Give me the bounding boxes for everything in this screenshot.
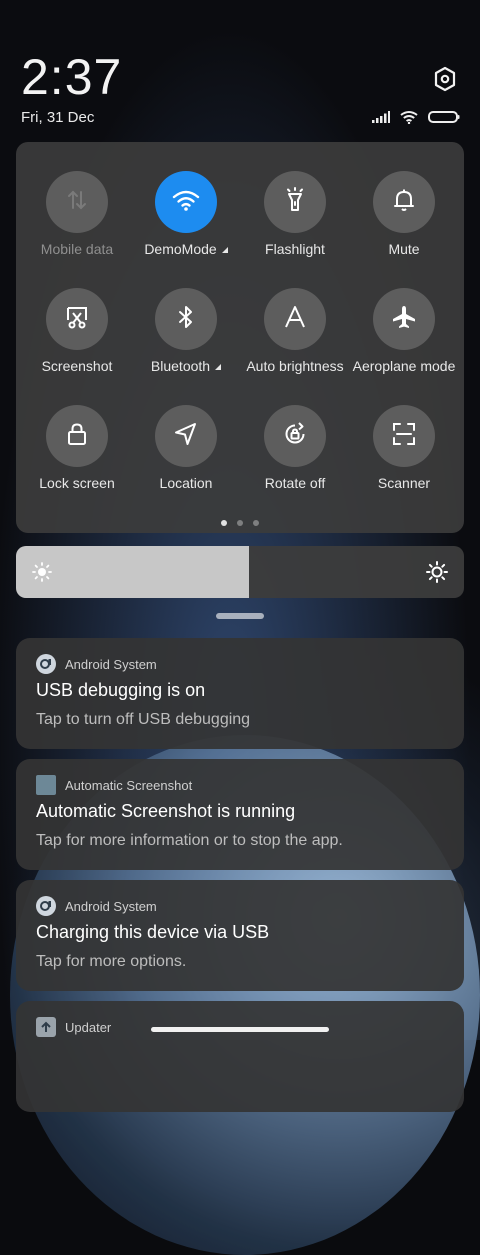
scanner-toggle[interactable] xyxy=(373,405,435,467)
airplane-toggle[interactable] xyxy=(373,288,435,350)
quick-tile-label-text: Rotate off xyxy=(264,475,326,491)
quick-tile-label-text: Auto brightness xyxy=(246,358,344,374)
bell-icon xyxy=(392,187,416,218)
mobile-data-icon xyxy=(64,187,90,218)
quick-tile[interactable]: Flashlight xyxy=(240,171,350,281)
wifi-toggle[interactable] xyxy=(155,171,217,233)
notification-card[interactable]: Automatic Screenshot Automatic Screenshot… xyxy=(16,759,464,870)
quick-tile[interactable]: Aeroplane mode xyxy=(349,288,459,398)
mobile-data-toggle[interactable] xyxy=(46,171,108,233)
quick-tile-label-text: Scanner xyxy=(377,475,431,491)
quick-tile[interactable]: Lock screen xyxy=(22,405,132,515)
notification-body: Tap to turn off USB debugging xyxy=(36,711,251,728)
drag-handle[interactable] xyxy=(216,613,264,619)
notification-app-name: Updater xyxy=(65,1019,112,1035)
airplane-icon xyxy=(391,304,417,335)
notification-card[interactable]: Android System USB debugging is on Tap to … xyxy=(16,638,464,749)
home-indicator[interactable] xyxy=(151,1027,329,1032)
notification-card[interactable]: Updater xyxy=(16,1001,464,1112)
rotate-lock-toggle[interactable] xyxy=(264,405,326,467)
clock-time: 2:37 xyxy=(21,49,123,105)
quick-tile[interactable]: Rotate off xyxy=(240,405,350,515)
quick-tile[interactable]: Mute xyxy=(349,171,459,281)
notification-card[interactable]: Android System Charging this device via U… xyxy=(16,880,464,991)
notification-body: Tap for more options. xyxy=(36,953,187,970)
scanner-icon xyxy=(391,421,417,452)
clock-date: Fri, 31 Dec xyxy=(21,109,95,126)
notification-title: Charging this device via USB xyxy=(36,922,270,942)
notification-app-name: Android System xyxy=(65,656,157,672)
page-dot[interactable] xyxy=(237,520,243,526)
expand-caret-icon[interactable] xyxy=(221,247,228,253)
quick-tile-label-text: Mobile data xyxy=(40,241,114,257)
notification-app-row: Android System xyxy=(36,896,157,916)
updater-icon xyxy=(36,1017,56,1037)
notification-app-name: Automatic Screenshot xyxy=(65,777,193,793)
quick-settings-panel: Mobile data DemoMode Flashlight Mute Screens… xyxy=(16,142,464,533)
notification-body: Tap for more information or to stop the … xyxy=(36,832,343,849)
page-dot[interactable] xyxy=(253,520,259,526)
notification-app-row: Updater xyxy=(36,1017,111,1037)
battery-icon xyxy=(428,111,460,123)
auto-brightness-toggle[interactable] xyxy=(264,288,326,350)
quick-tile-label-text: Mute xyxy=(388,241,420,257)
quick-tile-label: Scanner xyxy=(339,475,469,491)
quick-tile[interactable]: Screenshot xyxy=(22,288,132,398)
brightness-low-icon xyxy=(32,562,52,582)
notification-title: USB debugging is on xyxy=(36,680,206,700)
notification-app-name: Android System xyxy=(65,898,157,914)
lock-toggle[interactable] xyxy=(46,405,108,467)
rotate-lock-icon xyxy=(281,420,309,453)
page-indicator xyxy=(221,520,259,526)
brightness-high-icon xyxy=(426,561,448,583)
location-toggle[interactable] xyxy=(155,405,217,467)
notification-app-row: Android System xyxy=(36,654,157,674)
quick-tile[interactable]: Bluetooth xyxy=(131,288,241,398)
screenshot-toggle[interactable] xyxy=(46,288,108,350)
settings-gear-icon[interactable] xyxy=(432,66,458,92)
signal-icon xyxy=(372,111,390,123)
status-icons xyxy=(372,110,460,124)
notification-title: Automatic Screenshot is running xyxy=(36,801,296,821)
quick-tile-label-text: Screenshot xyxy=(41,358,113,374)
quick-tile-label-text: Aeroplane mode xyxy=(352,358,456,374)
wifi-icon xyxy=(171,188,201,217)
page-dot[interactable] xyxy=(221,520,227,526)
quick-tile[interactable]: Mobile data xyxy=(22,171,132,281)
flashlight-icon xyxy=(283,186,307,218)
quick-tile-label: Mute xyxy=(339,241,469,257)
auto-brightness-icon xyxy=(283,304,307,335)
android-system-icon xyxy=(36,654,56,674)
automatic-screenshot-icon xyxy=(36,775,56,795)
bell-toggle[interactable] xyxy=(373,171,435,233)
flashlight-toggle[interactable] xyxy=(264,171,326,233)
wifi-status-icon xyxy=(400,110,418,124)
quick-tile-label-text: Flashlight xyxy=(265,241,325,257)
quick-tile-label-text: Location xyxy=(159,475,213,491)
lock-icon xyxy=(65,421,89,452)
quick-tile-label: Aeroplane mode xyxy=(339,358,469,374)
android-system-icon xyxy=(36,896,56,916)
quick-tile-label-text: Bluetooth xyxy=(150,358,211,374)
quick-tile[interactable]: DemoMode xyxy=(131,171,241,281)
notification-app-row: Automatic Screenshot xyxy=(36,775,192,795)
bluetooth-toggle[interactable] xyxy=(155,288,217,350)
brightness-slider[interactable] xyxy=(16,546,464,598)
quick-tile[interactable]: Location xyxy=(131,405,241,515)
quick-tile-label-text: DemoMode xyxy=(144,241,217,257)
location-icon xyxy=(173,421,199,452)
quick-tile-label-text: Lock screen xyxy=(39,475,115,491)
quick-tile[interactable]: Scanner xyxy=(349,405,459,515)
quick-tile[interactable]: Auto brightness xyxy=(240,288,350,398)
expand-caret-icon[interactable] xyxy=(215,364,222,370)
screenshot-icon xyxy=(64,304,90,335)
bluetooth-icon xyxy=(176,304,196,335)
